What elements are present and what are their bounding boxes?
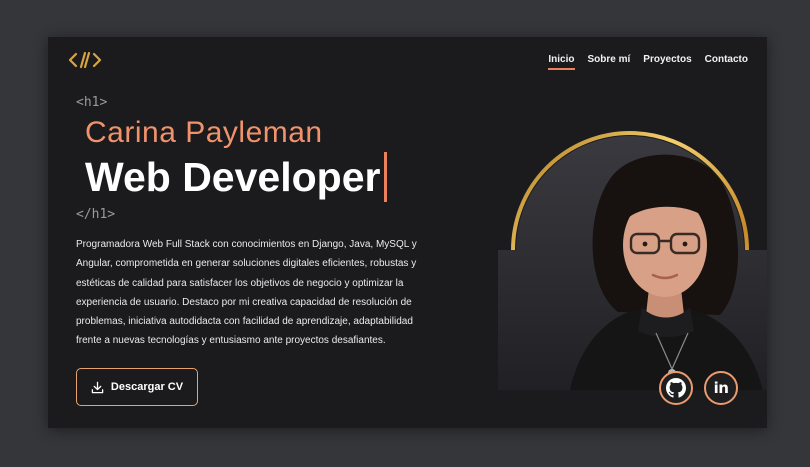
- hero-name: Carina Payleman: [85, 116, 323, 149]
- typing-cursor: [384, 152, 388, 202]
- h1-open-tag: <h1>: [76, 95, 108, 110]
- download-cv-label: Descargar CV: [110, 381, 184, 393]
- github-icon: [666, 378, 686, 398]
- nav-link-inicio[interactable]: Inicio: [548, 54, 575, 70]
- nav-link-contacto[interactable]: Contacto: [705, 54, 748, 70]
- h1-close-tag: </h1>: [76, 207, 116, 222]
- github-link[interactable]: [659, 371, 693, 405]
- linkedin-icon: in: [713, 379, 729, 397]
- code-slash-logo-icon[interactable]: [67, 50, 103, 70]
- main-nav: Inicio Sobre mí Proyectos Contacto: [548, 54, 748, 70]
- nav-link-proyectos[interactable]: Proyectos: [643, 54, 691, 70]
- hero-role-text: Web Developer: [85, 153, 381, 200]
- hero-role-title: Web Developer: [85, 152, 388, 202]
- download-icon: [91, 381, 104, 393]
- portfolio-window: Inicio Sobre mí Proyectos Contacto <h1> …: [48, 37, 767, 428]
- download-cv-button[interactable]: Descargar CV: [76, 368, 198, 406]
- linkedin-link[interactable]: in: [704, 371, 738, 405]
- nav-link-sobre-mi[interactable]: Sobre mí: [588, 54, 631, 70]
- hero-description: Programadora Web Full Stack con conocimi…: [76, 239, 417, 347]
